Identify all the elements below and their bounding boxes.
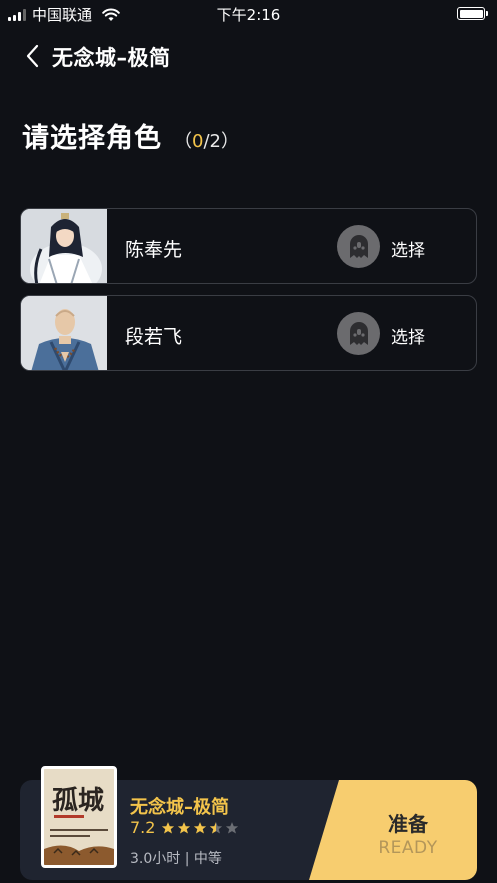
select-role-button[interactable]: 选择 bbox=[391, 323, 425, 348]
section-heading: 请选择角色 （0/2） bbox=[22, 116, 239, 155]
game-title: 无念城–极简 bbox=[130, 797, 229, 818]
ready-label-cn: 准备 bbox=[388, 812, 428, 836]
role-list: 陈奉先 选择 段若飞 选择 bbox=[20, 208, 477, 382]
empty-star-icon bbox=[226, 821, 239, 834]
ghost-icon bbox=[337, 225, 380, 268]
rating-value: 7.2 bbox=[130, 818, 156, 837]
role-name: 段若飞 bbox=[125, 326, 183, 348]
page-title: 无念城–极简 bbox=[52, 46, 171, 70]
selection-count: （0/2） bbox=[174, 127, 239, 153]
rating-stars bbox=[161, 821, 239, 835]
ready-button[interactable]: 准备 READY bbox=[309, 780, 477, 880]
role-card-chen-fengxian[interactable]: 陈奉先 选择 bbox=[20, 208, 477, 284]
count-selected: 0 bbox=[192, 131, 204, 152]
select-role-button[interactable]: 选择 bbox=[391, 236, 425, 261]
status-time: 下午2:16 bbox=[216, 6, 281, 24]
nav-bar: 无念城–极简 bbox=[0, 36, 497, 76]
battery-icon bbox=[457, 7, 488, 20]
star-icon bbox=[162, 821, 175, 834]
role-portrait bbox=[21, 296, 107, 370]
role-name: 陈奉先 bbox=[125, 239, 183, 261]
role-card-duan-ruofei[interactable]: 段若飞 选择 bbox=[20, 295, 477, 371]
ghost-icon bbox=[337, 312, 380, 355]
game-meta: 3.0小时 | 中等 bbox=[130, 851, 222, 867]
count-total: /2） bbox=[203, 131, 239, 152]
ready-label-en: READY bbox=[378, 838, 438, 858]
heading-title: 请选择角色 bbox=[22, 123, 162, 154]
star-icon bbox=[194, 821, 207, 834]
role-portrait bbox=[21, 209, 107, 283]
star-icon bbox=[178, 821, 191, 834]
cover-title: 孤城 bbox=[52, 785, 104, 816]
status-bar: 中国联通 下午2:16 bbox=[0, 0, 497, 28]
cover-artwork: 孤城 bbox=[44, 769, 114, 865]
back-button[interactable] bbox=[22, 42, 46, 70]
chevron-left-icon bbox=[26, 44, 39, 68]
half-star-icon bbox=[210, 821, 223, 834]
count-open: （ bbox=[174, 131, 192, 152]
game-cover-image: 孤城 bbox=[41, 766, 117, 868]
game-rating: 7.2 bbox=[130, 818, 239, 837]
